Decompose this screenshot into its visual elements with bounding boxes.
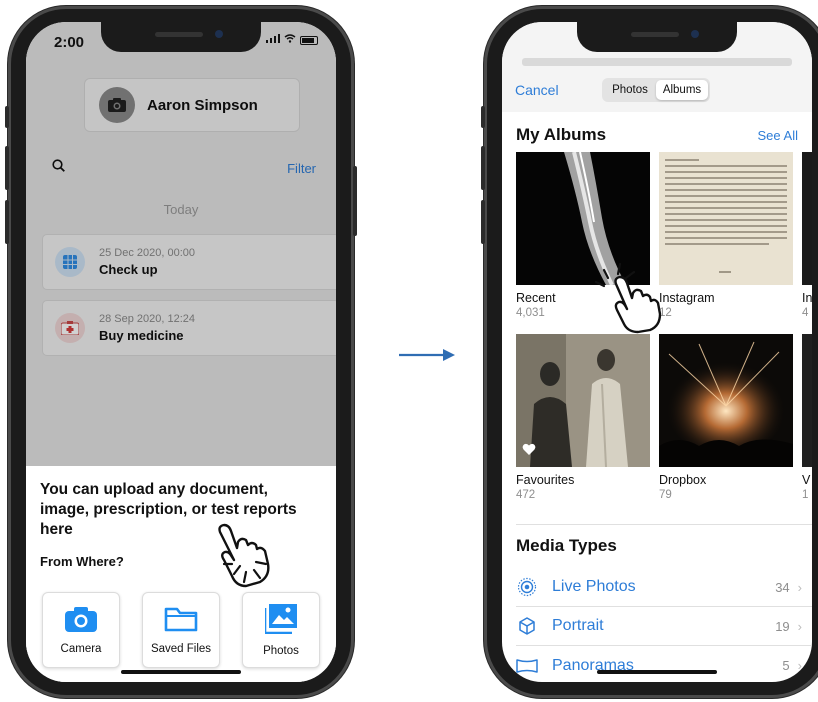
album-partial[interactable]: V 1 (802, 334, 812, 501)
media-type-count: 19 (775, 618, 790, 634)
album-thumbnail-partial (802, 334, 812, 467)
volume-down-button (481, 200, 485, 244)
right-phone-frame: Cancel Photos Albums My Albums See All R… (481, 6, 818, 698)
flow-arrow-icon (399, 349, 455, 361)
photos-albums-segmented-control[interactable]: Photos Albums (602, 78, 710, 102)
right-screen: Cancel Photos Albums My Albums See All R… (502, 22, 812, 682)
option-label: Saved Files (150, 642, 212, 655)
segment-albums[interactable]: Albums (656, 80, 708, 100)
status-time: 2:00 (54, 34, 85, 51)
album-count: 4 (802, 307, 809, 319)
tap-hand-icon (218, 523, 270, 588)
option-label: Photos (263, 644, 299, 657)
album-count: 472 (516, 489, 536, 501)
volume-up-button (481, 146, 485, 190)
panorama-icon (516, 655, 538, 677)
album-instagram[interactable]: Instagram 12 (659, 152, 793, 319)
album-favourites[interactable]: Favourites 472 (516, 334, 650, 501)
media-type-label: Portrait (552, 617, 604, 634)
segment-photos[interactable]: Photos (604, 80, 656, 100)
favourite-heart-icon (522, 443, 536, 461)
chevron-right-icon: › (797, 618, 802, 634)
mute-switch (481, 106, 485, 128)
album-dropbox[interactable]: Dropbox 79 (659, 334, 793, 501)
album-thumbnail-vintage-photo (516, 334, 650, 467)
portrait-cube-icon (516, 615, 538, 637)
album-count: 12 (659, 307, 672, 319)
left-screen: 2:00 Aaron Simpson Filter Today 25 Dec 2… (26, 22, 336, 682)
power-button (353, 166, 357, 236)
home-indicator (597, 670, 717, 674)
see-all-button[interactable]: See All (758, 128, 798, 143)
cancel-button[interactable]: Cancel (515, 82, 559, 98)
section-divider (516, 524, 812, 525)
wifi-icon (284, 34, 296, 46)
notch (577, 22, 737, 52)
upload-options: Camera Saved Files Photos (42, 592, 320, 668)
album-name: V (802, 473, 811, 487)
notch (101, 22, 261, 52)
album-thumbnail-concert (659, 334, 793, 467)
media-type-count: 5 (782, 658, 790, 673)
media-type-panoramas[interactable]: Panoramas 5 › (516, 646, 812, 682)
album-name: Instagram (659, 291, 715, 305)
my-albums-title: My Albums (516, 125, 607, 144)
mute-switch (5, 106, 9, 128)
media-type-count: 34 (775, 579, 790, 595)
album-thumbnail-partial (802, 152, 812, 285)
camera-icon (65, 606, 97, 635)
left-phone-frame: 2:00 Aaron Simpson Filter Today 25 Dec 2… (5, 6, 357, 698)
camera-option-button[interactable]: Camera (42, 592, 120, 668)
upload-bottom-sheet: You can upload any document, image, pres… (26, 466, 336, 682)
signal-icon (266, 34, 280, 46)
volume-down-button (5, 200, 9, 244)
live-photos-icon (516, 576, 538, 598)
media-type-portrait[interactable]: Portrait 19 › (516, 607, 812, 646)
album-name: Dropbox (659, 473, 707, 487)
chevron-right-icon: › (797, 579, 802, 595)
album-partial[interactable]: In 4 (802, 152, 812, 319)
chevron-right-icon: › (797, 658, 802, 673)
album-name: In (802, 291, 812, 305)
saved-files-option-button[interactable]: Saved Files (142, 592, 220, 668)
tap-hand-icon (594, 262, 662, 334)
media-type-live-photos[interactable]: Live Photos 34 › (516, 568, 812, 607)
media-type-label: Live Photos (552, 578, 636, 595)
header-strip (522, 58, 792, 66)
photos-option-button[interactable]: Photos (242, 592, 320, 668)
battery-icon (300, 35, 318, 45)
album-thumbnail-book-page (659, 152, 793, 285)
folder-icon (164, 606, 198, 635)
album-count: 79 (659, 489, 672, 501)
home-indicator (121, 670, 241, 674)
status-icons (266, 34, 318, 46)
album-name: Favourites (516, 473, 575, 487)
photos-icon (263, 603, 297, 637)
media-types-title: Media Types (516, 536, 617, 555)
album-count: 1 (802, 489, 809, 501)
option-label: Camera (60, 642, 102, 655)
volume-up-button (5, 146, 9, 190)
